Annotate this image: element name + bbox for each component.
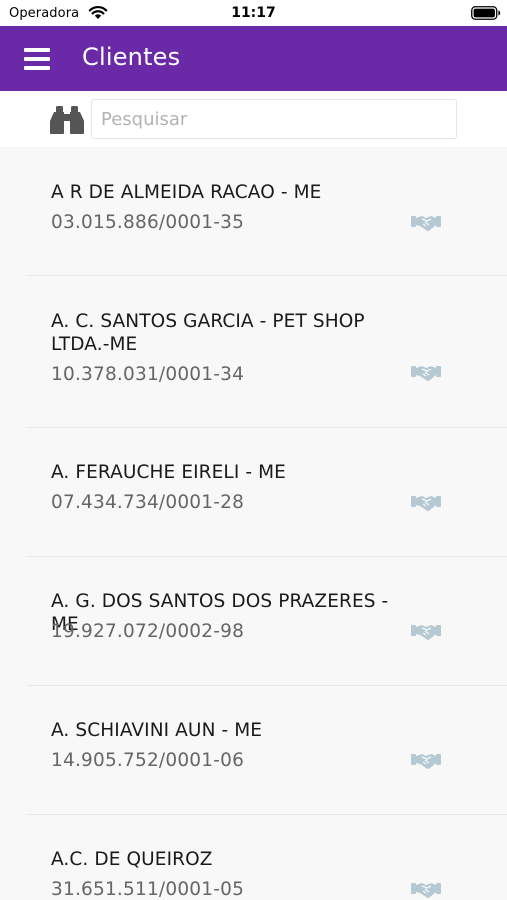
handshake-icon[interactable] (411, 363, 441, 383)
handshake-icon[interactable] (411, 493, 441, 513)
clock: 11:17 (231, 5, 276, 21)
app-bar: Clientes (0, 26, 507, 91)
client-name: A.C. DE QUEIROZ (51, 849, 213, 870)
client-row[interactable]: A. SCHIAVINI AUN - ME 14.905.752/0001-06 (27, 686, 507, 815)
menu-button[interactable] (24, 48, 50, 70)
handshake-icon[interactable] (411, 880, 441, 900)
hamburger-icon (24, 48, 50, 52)
client-cnpj: 31.651.511/0001-05 (51, 879, 245, 900)
handshake-icon[interactable] (411, 213, 441, 233)
client-cnpj: 03.015.886/0001-35 (51, 212, 245, 233)
client-cnpj: 07.434.734/0001-28 (51, 492, 245, 513)
search-bar (0, 91, 507, 147)
handshake-icon[interactable] (411, 622, 441, 642)
client-row[interactable]: A. G. DOS SANTOS DOS PRAZERES - ME 19.927… (27, 557, 507, 686)
client-row[interactable]: A R DE ALMEIDA RACAO - ME 03.015.886/0001… (27, 147, 507, 276)
page-title: Clientes (82, 43, 181, 71)
client-cnpj: 10.378.031/0001-34 (51, 364, 245, 385)
battery-icon (471, 6, 501, 20)
client-row[interactable]: A. FERAUCHE EIRELI - ME 07.434.734/0001-2… (27, 428, 507, 557)
client-cnpj: 19.927.072/0002-98 (51, 621, 245, 642)
client-name: A R DE ALMEIDA RACAO - ME (51, 182, 322, 203)
client-cnpj: 14.905.752/0001-06 (51, 750, 245, 771)
client-name: A. FERAUCHE EIRELI - ME (51, 462, 286, 483)
handshake-icon[interactable] (411, 751, 441, 771)
client-row[interactable]: A. C. SANTOS GARCIA - PET SHOP LTDA.-ME 1… (27, 276, 507, 428)
search-input[interactable] (91, 99, 457, 139)
status-bar: Operadora 11:17 (0, 0, 507, 26)
client-name: A. SCHIAVINI AUN - ME (51, 720, 263, 741)
client-row[interactable]: A.C. DE QUEIROZ 31.651.511/0001-05 (27, 815, 507, 900)
binoculars-icon (50, 106, 84, 134)
client-list[interactable]: A R DE ALMEIDA RACAO - ME 03.015.886/0001… (0, 147, 507, 900)
client-name: A. C. SANTOS GARCIA - PET SHOP LTDA.-ME (51, 311, 365, 355)
